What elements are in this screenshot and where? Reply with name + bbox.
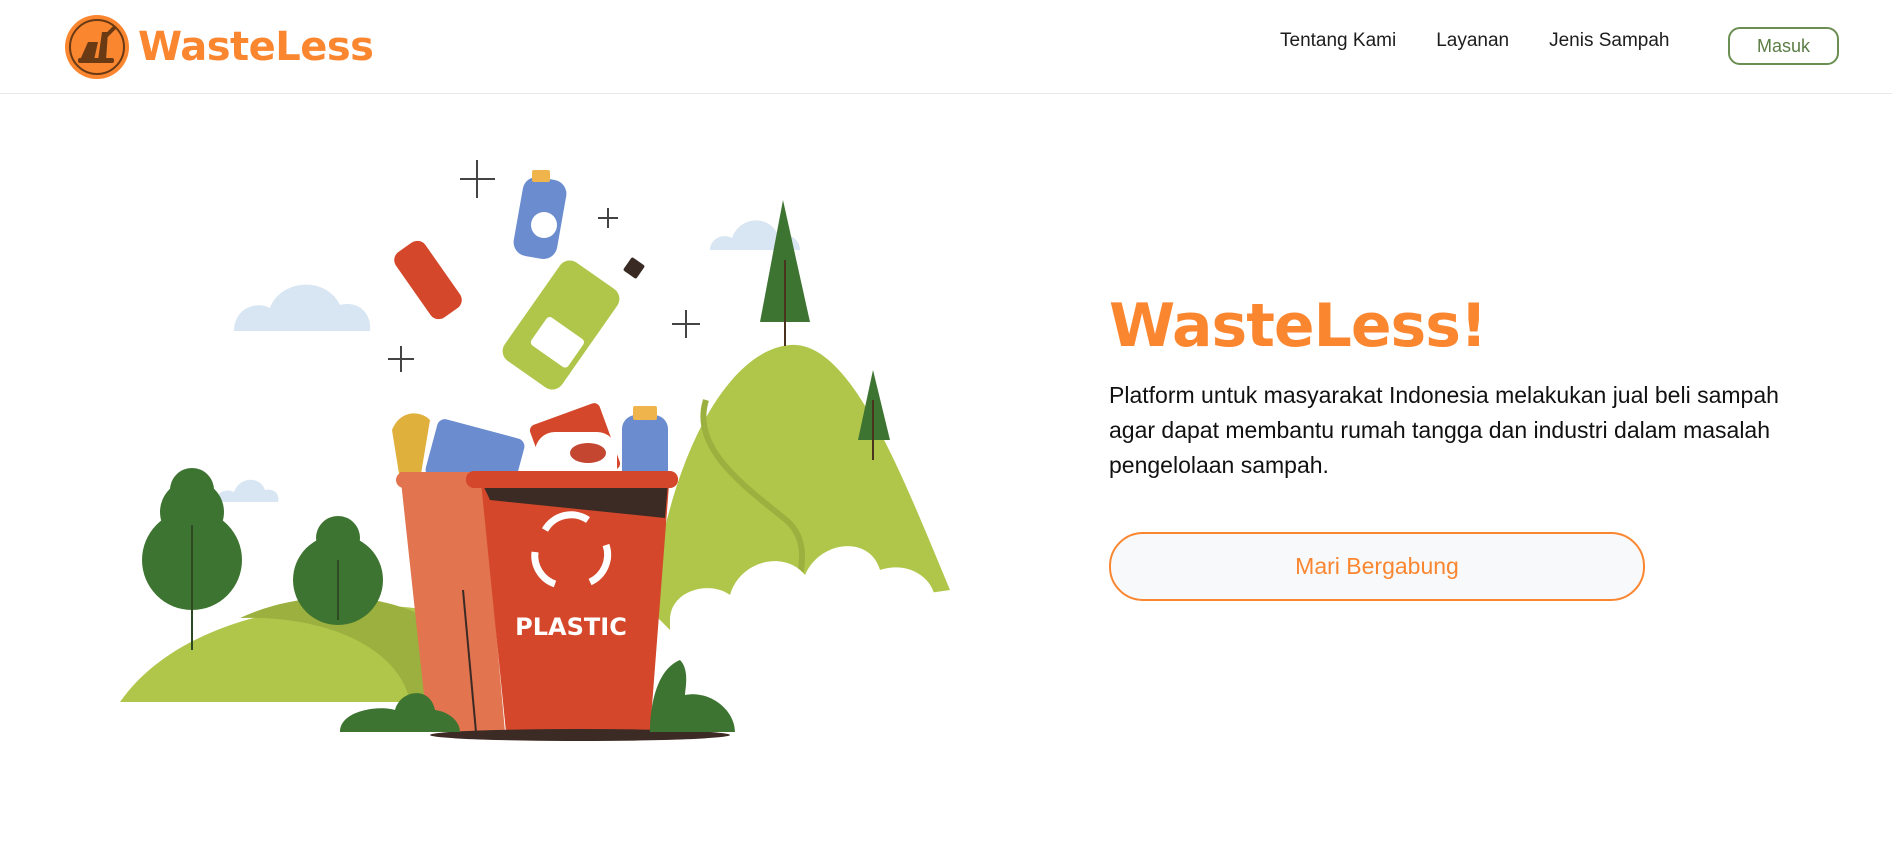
navbar: WasteLess Tentang Kami Layanan Jenis Sam…: [0, 0, 1892, 94]
login-button[interactable]: Masuk: [1728, 27, 1839, 65]
nav-link-jenis-sampah[interactable]: Jenis Sampah: [1549, 30, 1669, 52]
join-button[interactable]: Mari Bergabung: [1109, 532, 1645, 601]
brand-name: WasteLess: [138, 24, 374, 70]
bottle-icon: [394, 170, 645, 390]
bin-label: PLASTIC: [515, 613, 627, 641]
hero-title: WasteLess!: [1109, 291, 1487, 361]
hero-text: WasteLess! Platform untuk masyarakat Ind…: [1109, 290, 1809, 483]
recycle-bin-illustration: PLASTIC: [120, 160, 950, 741]
nav-link-tentang-kami[interactable]: Tentang Kami: [1280, 30, 1396, 52]
brand-home-link[interactable]: WasteLess: [64, 14, 374, 80]
nav-links: Tentang Kami Layanan Jenis Sampah: [1280, 30, 1710, 52]
hero-description: Platform untuk masyarakat Indonesia mela…: [1109, 382, 1779, 478]
broom-logo-icon: [65, 15, 129, 79]
nav-link-layanan[interactable]: Layanan: [1436, 30, 1509, 52]
